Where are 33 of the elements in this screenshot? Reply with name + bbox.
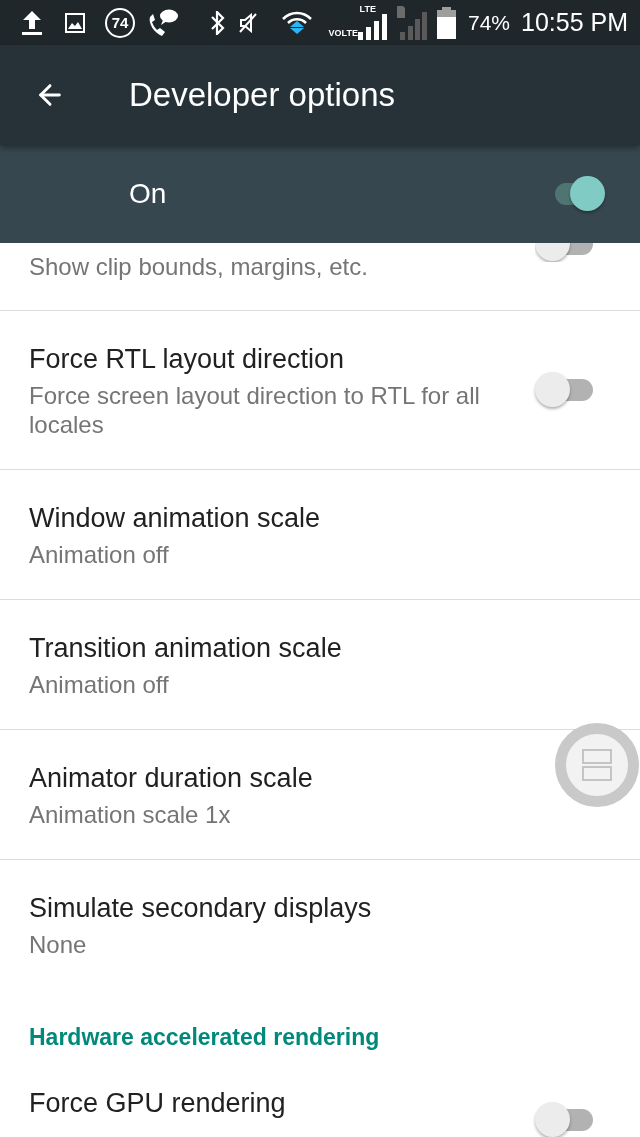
master-switch-label: On [129,177,167,211]
image-icon [65,12,85,33]
setting-summary: None [29,930,87,959]
battery-percentage: 74% [467,12,510,33]
toggle-switch[interactable] [535,243,595,262]
bluetooth-icon [211,10,225,35]
network-type-label: VOLTE [328,29,358,38]
muted-speaker-icon [239,12,257,33]
setting-title[interactable]: Force RTL layout direction [29,343,345,376]
setting-summary: Animation off [29,670,169,699]
clock-time: 10:55 PM [521,10,628,35]
page-title: Developer options [129,75,395,116]
phone-chat-icon [148,8,178,37]
signal-icon [357,14,388,40]
wifi-icon [281,10,313,35]
toggle-switch[interactable] [535,1102,595,1137]
setting-summary: Force screen layout direction to RTL for all locales [29,381,481,439]
setting-title[interactable]: Simulate secondary displays [29,892,372,925]
category-header: Hardware accelerated rendering [29,1024,380,1050]
setting-title[interactable]: Transition animation scale [29,632,342,665]
setting-summary: Animation off [29,540,169,569]
setting-title[interactable]: Animator duration scale [29,762,313,795]
setting-summary: Animation scale 1x [29,800,231,829]
stacked-windows-icon [582,749,612,781]
upload-icon [22,10,42,35]
setting-title[interactable]: Window animation scale [29,502,321,535]
setting-summary: Show clip bounds, margins, etc. [29,253,368,280]
toggle-switch[interactable] [535,372,595,408]
notification-count: 74 [111,15,129,30]
setting-title[interactable]: Force GPU rendering [29,1087,286,1120]
network-type-label: LTE [359,5,376,14]
sim-signal-icon [395,5,428,40]
battery-icon [436,6,456,39]
